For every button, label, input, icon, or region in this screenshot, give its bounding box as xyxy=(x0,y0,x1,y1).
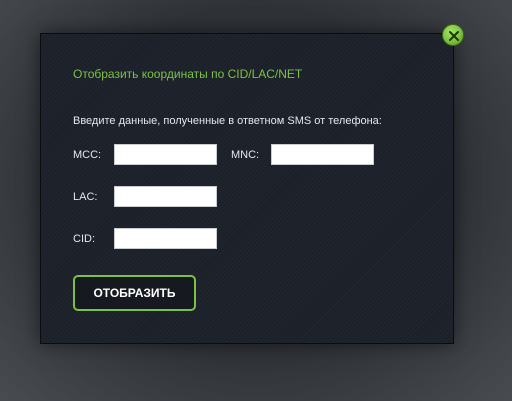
mcc-input[interactable] xyxy=(114,144,217,165)
mcc-label: MCC: xyxy=(73,149,102,161)
mnc-input[interactable] xyxy=(271,144,374,165)
mnc-label: MNC: xyxy=(231,149,260,161)
lac-input[interactable] xyxy=(114,186,217,207)
dialog-title: Отобразить координаты по CID/LAC/NET xyxy=(73,67,303,81)
dialog-instructions: Введите данные, полученные в ответном SM… xyxy=(73,115,382,127)
close-button[interactable] xyxy=(442,24,464,46)
coordinates-dialog: Отобразить координаты по CID/LAC/NET Вве… xyxy=(40,33,454,344)
close-icon xyxy=(449,31,459,41)
show-coordinates-button[interactable]: ОТОБРАЗИТЬ xyxy=(73,275,196,311)
cid-label: CID: xyxy=(73,233,95,245)
lac-label: LAC: xyxy=(73,191,98,203)
cid-input[interactable] xyxy=(114,228,217,249)
